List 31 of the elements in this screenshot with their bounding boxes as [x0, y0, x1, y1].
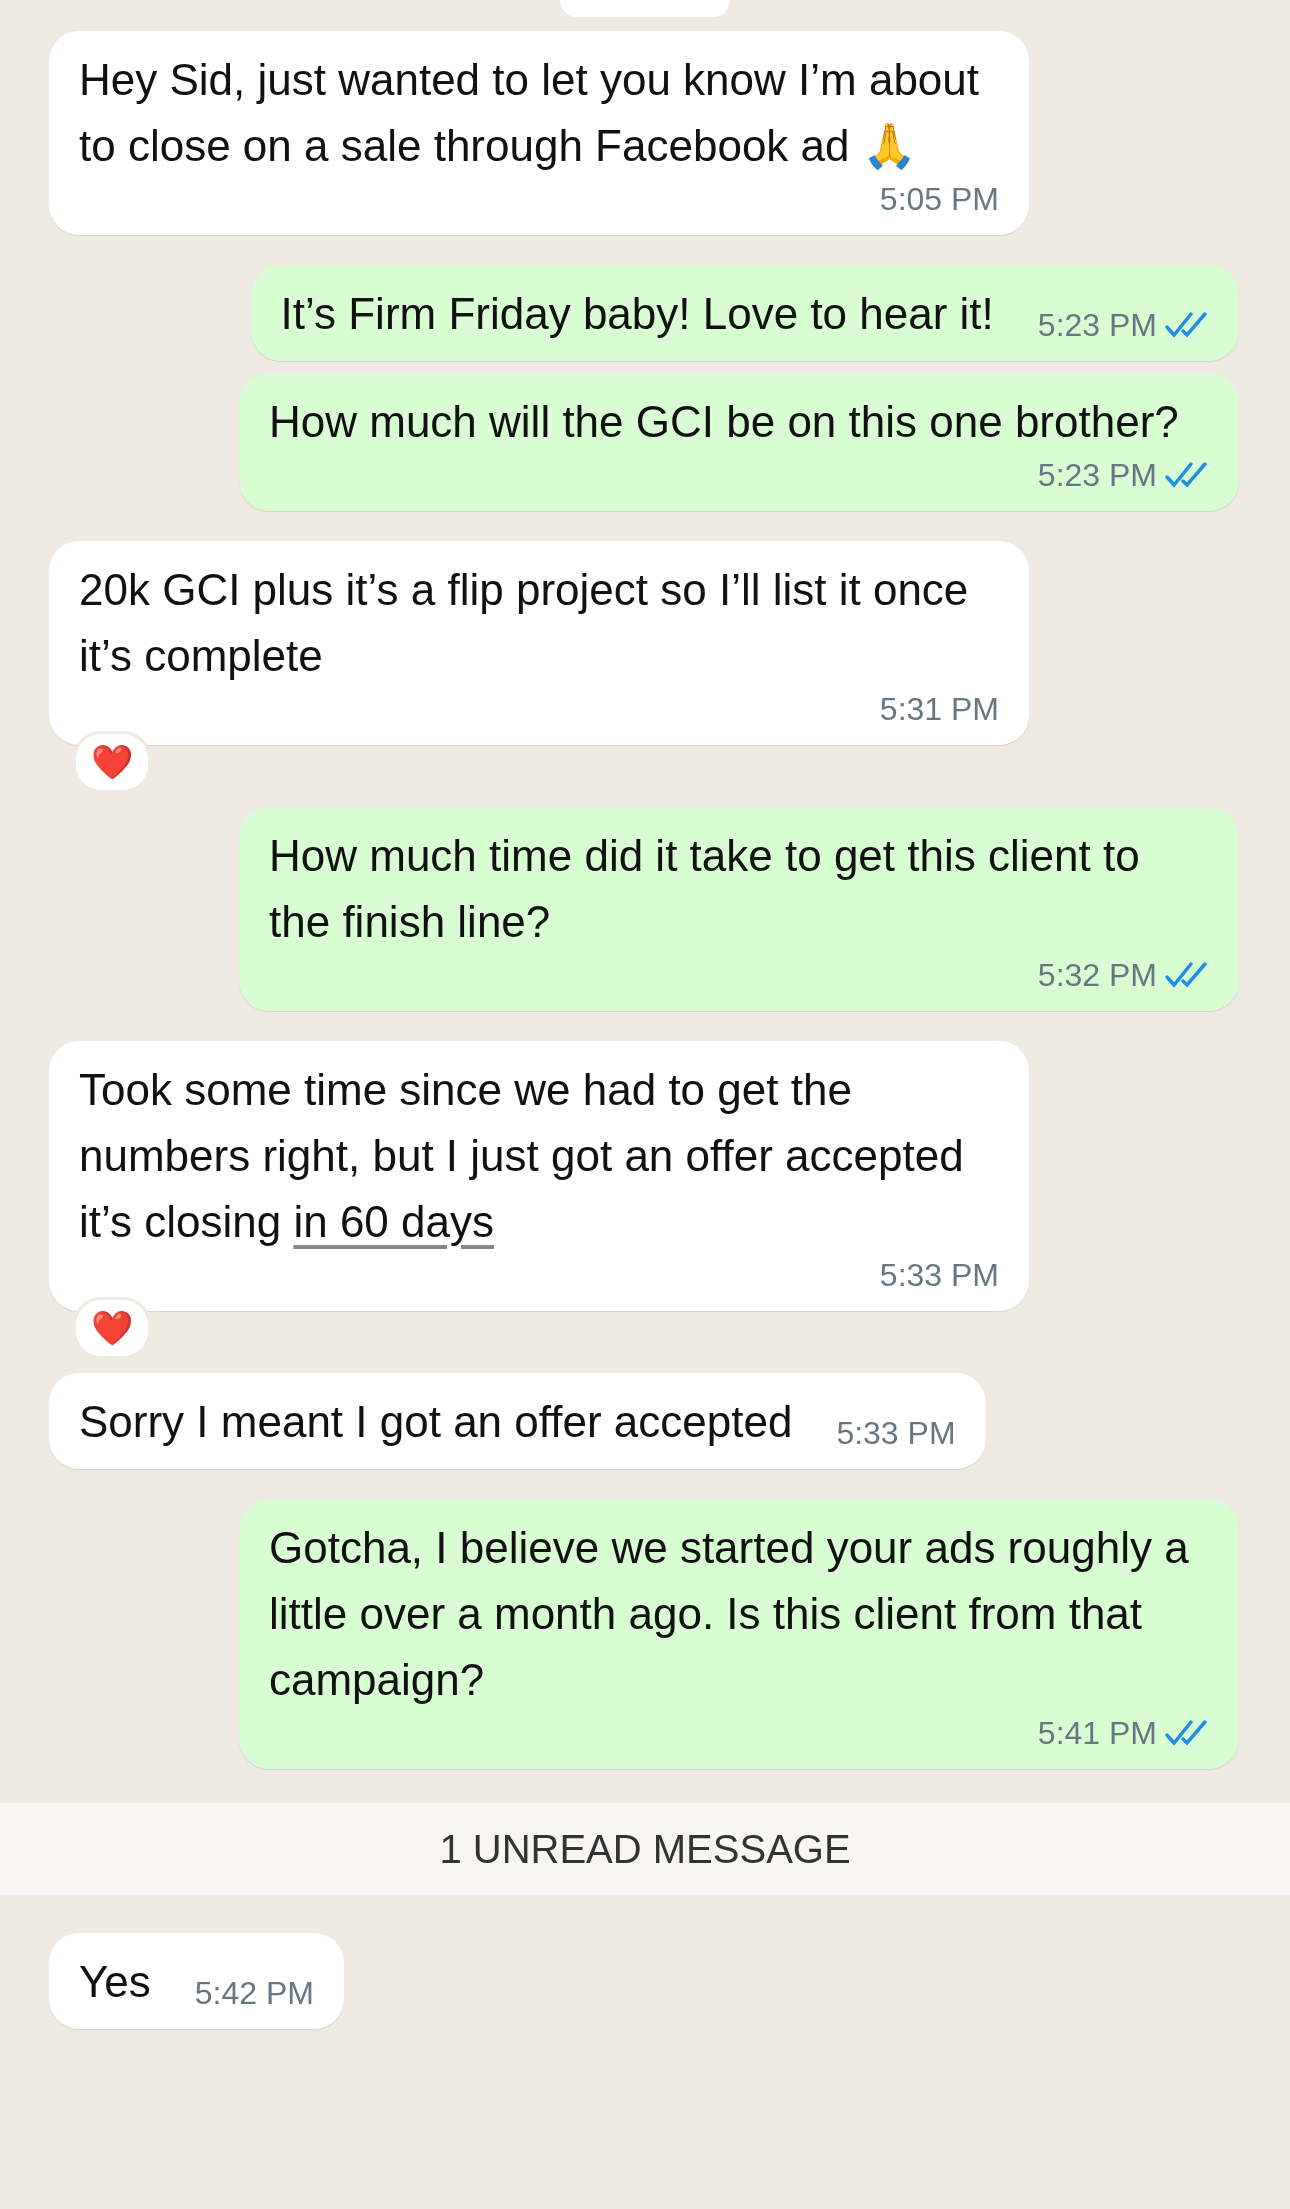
received-message-bubble[interactable]: Hey Sid, just wanted to let you know I’m about to close on a sale through Facebook ad 🙏 5:05 PM [49, 31, 1029, 235]
sent-message-bubble[interactable]: Gotcha, I believe we started your ads roughly a little over a month ago. Is this client from that campaign? 5:41 PM [239, 1499, 1239, 1769]
message-time: 5:33 PM [879, 1256, 999, 1295]
message-time: 5:33 PM [836, 1414, 956, 1453]
message-time: 5:42 PM [194, 1974, 314, 2013]
unread-banner: 1 UNREAD MESSAGE [0, 1803, 1290, 1895]
received-message-bubble[interactable]: Sorry I meant I got an offer accepted 5:33 PM [49, 1373, 986, 1469]
message-time: 5:23 PM [1037, 306, 1157, 345]
received-message-bubble[interactable]: Yes 5:42 PM [49, 1933, 344, 2029]
sent-message-bubble[interactable]: How much time did it take to get this client to the finish line? 5:32 PM [239, 807, 1239, 1011]
reaction-badge[interactable]: ❤ [73, 1297, 151, 1359]
message-text: It’s Firm Friday baby! Love to hear it! [280, 288, 994, 340]
sent-message-bubble[interactable]: How much will the GCI be on this one brother? 5:23 PM [239, 373, 1239, 511]
sent-message-bubble[interactable]: It’s Firm Friday baby! Love to hear it! 5:23 PM [250, 265, 1239, 361]
message-text: Yes [79, 1956, 151, 2008]
message-text: Hey Sid, just wanted to let you know I’m about to close on a sale through Facebook ad 🙏 [79, 54, 981, 172]
message-text: Took some time since we had to get the numbers right, but I just got an offer accepted it’s closing in 60 days [79, 1064, 965, 1248]
reaction-badge[interactable]: ❤ [73, 731, 151, 793]
message-text: 20k GCI plus it’s a flip project so I’ll list it once it’s complete [79, 564, 970, 682]
received-message-bubble[interactable]: 20k GCI plus it’s a flip project so I’ll list it once it’s complete 5:31 PM [49, 541, 1029, 745]
message-time: 5:05 PM [879, 180, 999, 219]
message-time: 5:23 PM [1037, 456, 1157, 495]
message-text: How much will the GCI be on this one brother? [269, 396, 1179, 448]
message-text: How much time did it take to get this client to the finish line? [269, 830, 1141, 948]
message-time: 5:32 PM [1037, 956, 1157, 995]
message-time: 5:41 PM [1037, 1714, 1157, 1753]
message-text: Gotcha, I believe we started your ads roughly a little over a month ago. Is this client from that campaign? [269, 1522, 1190, 1706]
message-time: 5:31 PM [879, 690, 999, 729]
message-text: Sorry I meant I got an offer accepted [79, 1396, 793, 1448]
date-link[interactable]: in 60 days [293, 1197, 494, 1246]
received-message-bubble[interactable]: Took some time since we had to get the numbers right, but I just got an offer accepted it’s closing in 60 days 5:33 PM [49, 1041, 1029, 1311]
